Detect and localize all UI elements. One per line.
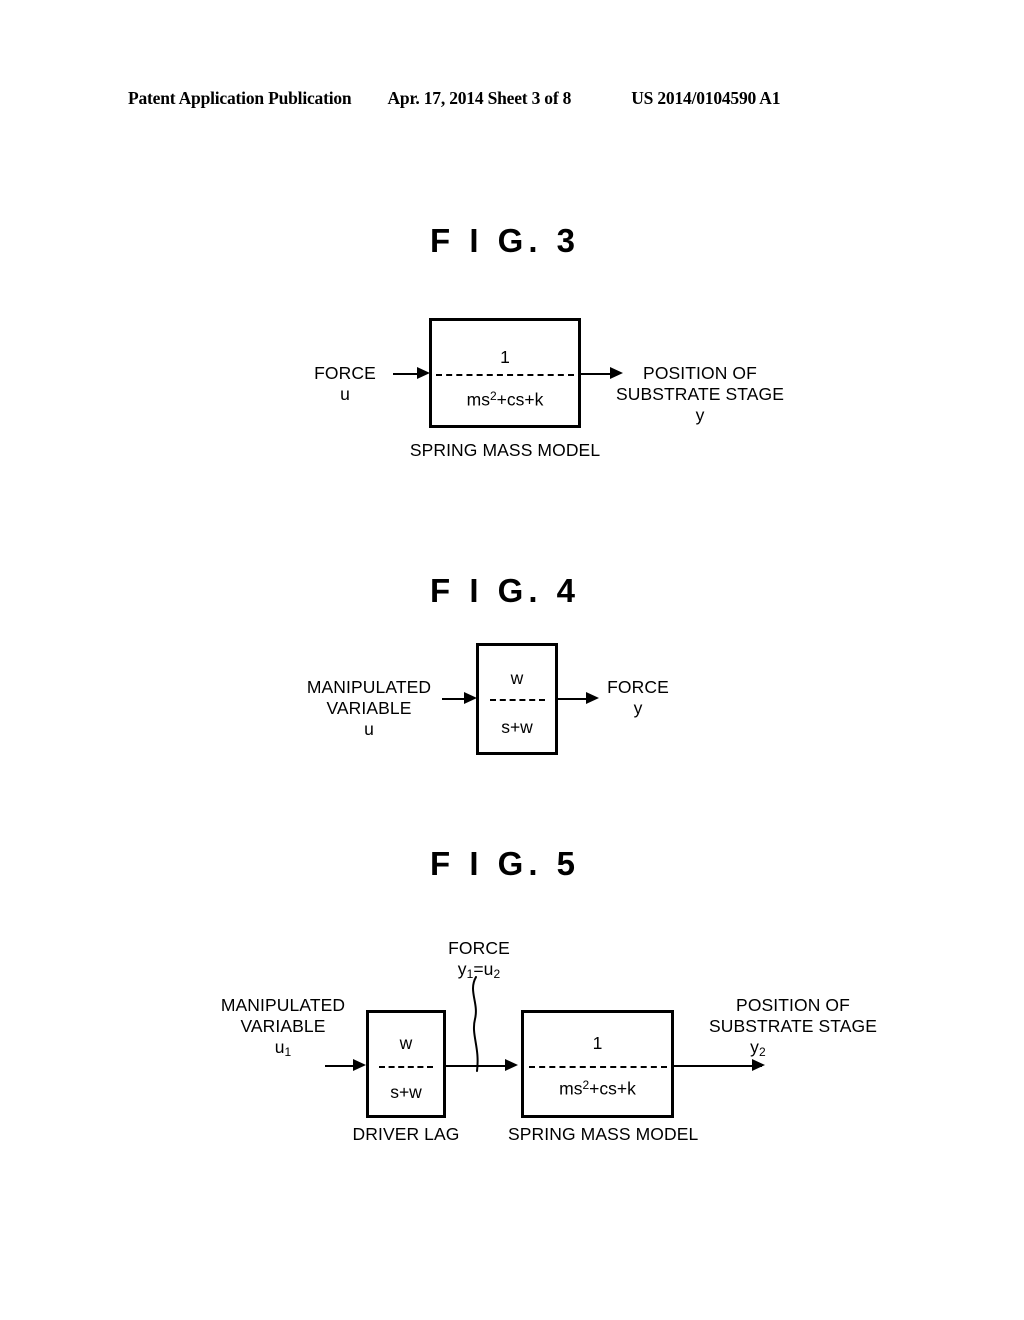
- fig5-input-symbol-sub: 1: [284, 1045, 292, 1059]
- fig5-input-line2: VARIABLE: [240, 1016, 326, 1036]
- patent-number: US 2014/0104590 A1: [631, 88, 781, 108]
- fig4-fraction-bar: [490, 699, 545, 701]
- fig4-output-label: FORCE: [607, 677, 669, 697]
- fig5-input-line1: MANIPULATED: [220, 995, 346, 1015]
- fig5-block2-denominator: ms2+cs+k: [524, 1078, 671, 1099]
- fig5-leader-wavy-line: [472, 976, 479, 1072]
- patent-drawing-sheet: Patent Application Publication Apr. 17, …: [0, 0, 1024, 1320]
- fig5-output-symbol: y2: [668, 1037, 848, 1063]
- fig3-denominator-exponent: 2: [489, 389, 497, 403]
- fig3-denominator: ms2+cs+k: [432, 389, 578, 410]
- fig5-output-symbol-base: y: [750, 1037, 760, 1057]
- fig3-input-label: FORCE: [314, 363, 376, 383]
- fig4-input-line2: VARIABLE: [326, 698, 412, 718]
- fig3-spring-mass-block: 1 ms2+cs+k: [429, 318, 581, 428]
- fig5-output-symbol-sub: 2: [759, 1045, 766, 1059]
- fig5-intermediate-symbol: y1=u2: [424, 959, 534, 985]
- fig5-intermediate-connector: [446, 1065, 509, 1067]
- fig5-block2-numerator: 1: [592, 1033, 603, 1053]
- fig5-intermediate-arrowhead: [505, 1058, 518, 1071]
- fig5-intermediate-eq: =u: [473, 959, 494, 979]
- fig5-block2-caption: SPRING MASS MODEL: [508, 1124, 699, 1144]
- fig5-output-connector: [674, 1065, 762, 1067]
- fig5-spring-mass-block: 1 ms2+cs+k: [521, 1010, 674, 1118]
- fig3-input-symbol: u: [340, 384, 350, 404]
- sheet-header: Patent Application Publication Apr. 17, …: [128, 88, 896, 112]
- fig4-denominator: s+w: [501, 717, 533, 737]
- fig4-input-line1: MANIPULATED: [306, 677, 432, 697]
- figure-5-title: F I G. 5: [430, 845, 581, 882]
- fig5-intermediate-u-sub: 2: [493, 967, 501, 981]
- fig3-numerator: 1: [500, 347, 510, 367]
- fig5-output-line1: POSITION OF: [736, 995, 850, 1015]
- fig5-block2-denominator-pre: ms: [559, 1078, 583, 1099]
- fig5-block1-numerator: w: [399, 1033, 413, 1053]
- fig3-fraction-bar: [436, 374, 574, 376]
- fig3-denominator-post: +cs+k: [496, 389, 544, 410]
- figure-4-title: F I G. 4: [430, 572, 581, 609]
- date-and-sheet: Apr. 17, 2014 Sheet 3 of 8: [387, 88, 572, 108]
- fig3-block-caption: SPRING MASS MODEL: [409, 440, 601, 460]
- fig5-block2-fraction-bar: [529, 1066, 667, 1068]
- fig5-input-arrowhead: [353, 1058, 366, 1071]
- fig5-block1-fraction-bar: [379, 1066, 433, 1068]
- fig5-block2-denominator-post: +cs+k: [589, 1078, 636, 1099]
- fig5-block1-denominator: s+w: [390, 1082, 422, 1102]
- fig3-output-symbol: y: [695, 405, 705, 425]
- fig5-intermediate-y: y: [457, 959, 467, 979]
- fig3-output-line1: POSITION OF: [643, 363, 757, 383]
- fig5-driver-lag-block: w s+w: [366, 1010, 446, 1118]
- publication-title: Patent Application Publication: [128, 88, 352, 108]
- fig3-output-line2: SUBSTRATE STAGE: [615, 384, 785, 404]
- fig3-denominator-pre: ms: [466, 389, 490, 410]
- fig4-output-symbol: y: [633, 698, 643, 718]
- fig5-input-symbol-base: u: [274, 1037, 285, 1057]
- fig4-input-symbol: u: [364, 719, 374, 739]
- fig5-block1-caption: DRIVER LAG: [352, 1124, 460, 1144]
- fig5-intermediate-label: FORCE: [448, 938, 510, 958]
- fig4-numerator: w: [510, 668, 524, 688]
- fig5-output-line2: SUBSTRATE STAGE: [708, 1016, 878, 1036]
- figure-3-title: F I G. 3: [430, 222, 581, 259]
- fig5-input-symbol: u1: [213, 1037, 353, 1063]
